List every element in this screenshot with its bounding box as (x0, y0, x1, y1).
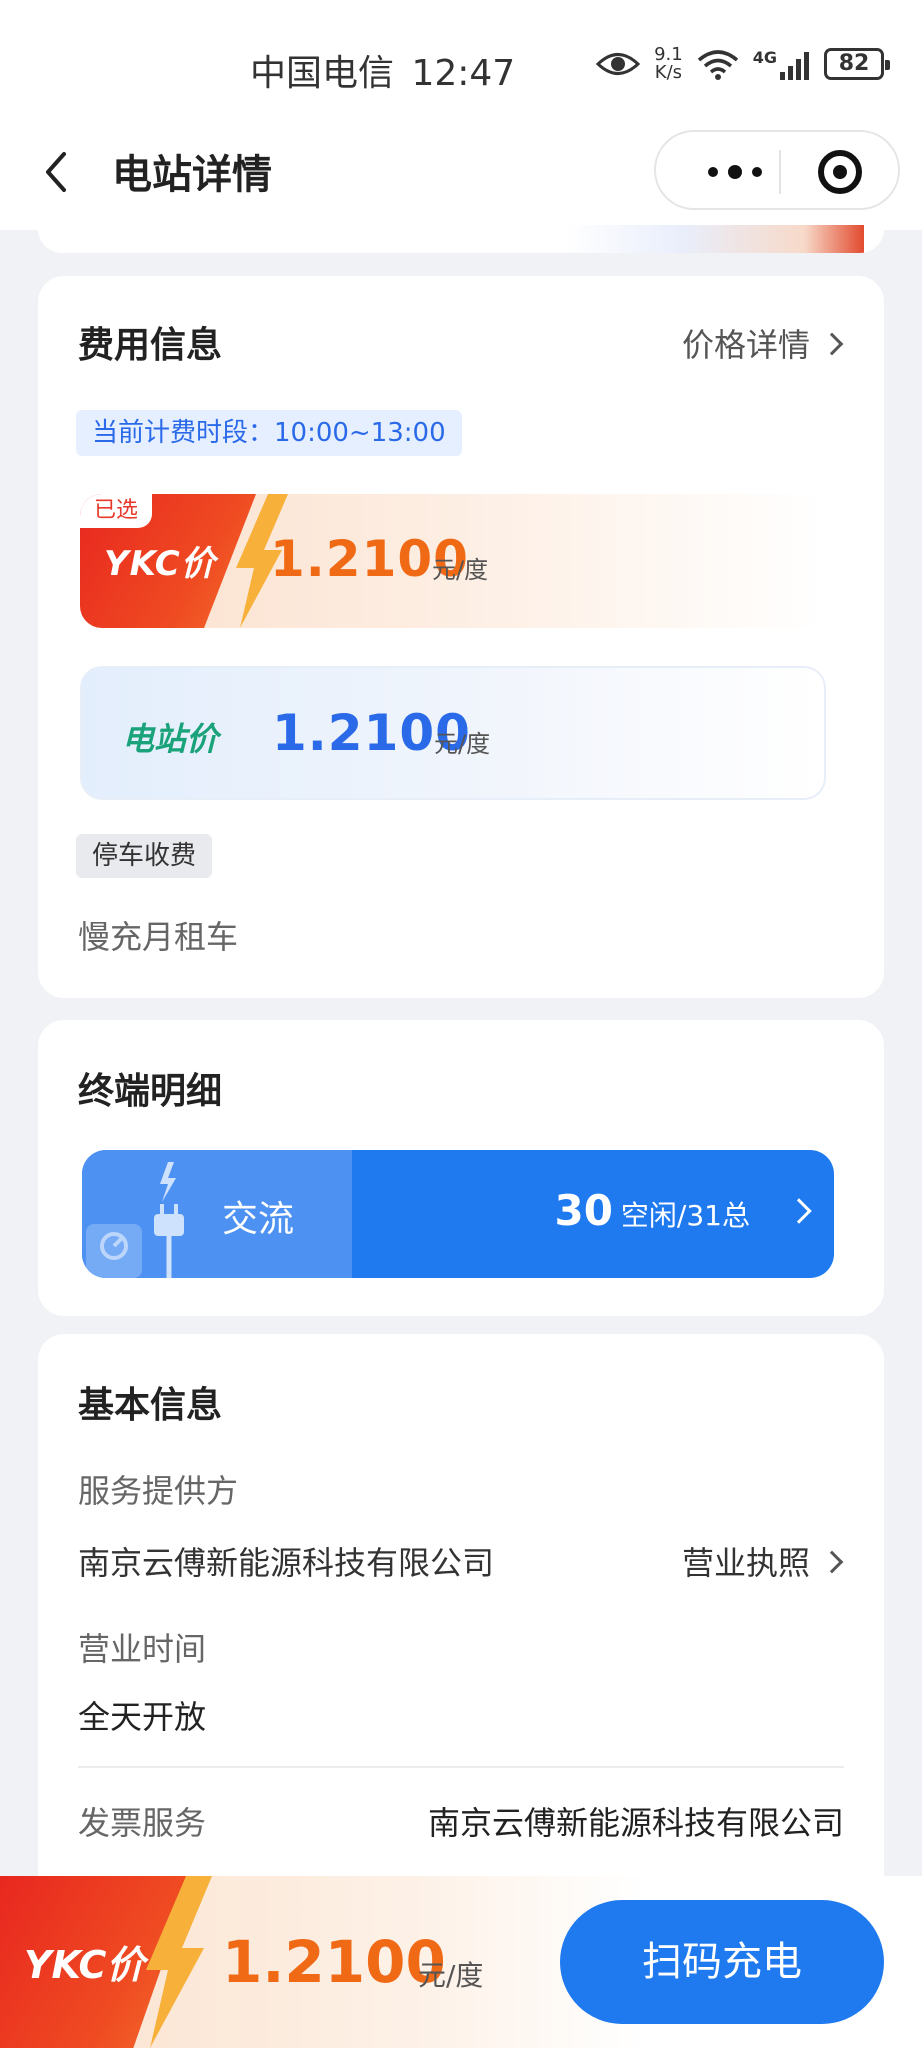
fee-info-card: 费用信息 价格详情 当前计费时段：10:00~13:00 YKC价 已选 1.2… (38, 276, 884, 998)
status-bar: 中国电信 12:47 9.1 K/s 4G 82 (0, 0, 922, 130)
bottom-price-value: 1.2100 (222, 1928, 446, 1996)
free-total-text: 空闲/31总 (620, 1199, 750, 1232)
terminal-count: 30 空闲/31总 (554, 1186, 750, 1235)
status-carrier-time: 中国电信 12:47 (250, 44, 515, 96)
ykc-logo-text: YKC价 (104, 544, 216, 584)
scan-charge-button[interactable]: 扫码充电 (560, 1900, 884, 2024)
ykc-price-unit: 元/度 (432, 556, 489, 584)
chevron-right-icon (820, 1550, 844, 1574)
eye-icon (596, 53, 641, 75)
status-icons: 9.1 K/s 4G 82 (596, 46, 890, 82)
station-banner-card (38, 225, 884, 253)
invoice-value: 南京云傅新能源科技有限公司 (427, 1804, 844, 1842)
provider-value: 南京云傅新能源科技有限公司 (78, 1544, 495, 1582)
station-price-label: 电站价 (122, 720, 219, 758)
free-count: 30 (554, 1186, 613, 1235)
chevron-right-icon (820, 332, 844, 356)
price-detail-link[interactable]: 价格详情 (681, 320, 844, 366)
hours-label: 营业时间 (78, 1630, 207, 1668)
network-speed: 9.1 K/s (654, 46, 683, 82)
signal-4g: 4G (753, 48, 810, 80)
clock: 12:47 (411, 53, 516, 94)
nav-bar: 电站详情 (0, 120, 922, 230)
terminal-card-title: 终端明细 (78, 1071, 223, 1112)
fee-card-title: 费用信息 (78, 325, 223, 366)
carrier-name: 中国电信 (250, 53, 395, 94)
provider-label: 服务提供方 (78, 1472, 239, 1510)
selected-badge: 已选 (80, 494, 153, 528)
station-price-option[interactable]: 电站价 1.2100 元/度 (80, 666, 826, 800)
ykc-price-option[interactable]: YKC价 已选 1.2100 元/度 (80, 494, 826, 628)
wifi-icon (697, 50, 738, 80)
price-detail-label: 价格详情 (681, 326, 810, 364)
basic-info-card: 基本信息 服务提供方 南京云傅新能源科技有限公司 营业执照 营业时间 全天开放 … (38, 1334, 884, 1934)
back-icon[interactable] (34, 142, 84, 202)
miniprogram-capsule (654, 130, 900, 210)
business-license-label: 营业执照 (681, 1544, 810, 1582)
lightning-icon (146, 1876, 212, 2048)
billing-period-tag: 当前计费时段：10:00~13:00 (76, 410, 462, 456)
bottom-price-unit: 元/度 (418, 1959, 484, 1992)
invoice-label: 发票服务 (78, 1804, 207, 1842)
business-license-link[interactable]: 营业执照 (681, 1538, 844, 1584)
capsule-divider (779, 150, 781, 194)
more-dots-icon[interactable] (690, 152, 780, 192)
page-title: 电站详情 (112, 152, 272, 198)
terminal-type-label: 交流 (222, 1199, 295, 1240)
hours-value: 全天开放 (78, 1698, 207, 1736)
banner-illustration (564, 225, 864, 253)
charger-plug-icon (86, 1162, 184, 1278)
speed-unit: K/s (654, 62, 683, 83)
terminal-card: 终端明细 交流 30 空闲/31总 (38, 1020, 884, 1316)
basic-card-title: 基本信息 (78, 1385, 223, 1426)
bottom-action-bar: YKC价 1.2100 元/度 扫码充电 (0, 1876, 922, 2048)
ac-terminal-bar[interactable]: 交流 30 空闲/31总 (82, 1150, 834, 1278)
ykc-logo-text: YKC价 (24, 1943, 145, 1987)
parking-note: 慢充月租车 (78, 918, 239, 956)
signal-bars-icon (780, 52, 809, 80)
network-type: 4G (752, 48, 777, 67)
chevron-right-icon (786, 1198, 812, 1224)
target-circle-icon[interactable] (818, 150, 862, 194)
section-divider (78, 1766, 844, 1768)
battery-icon: 82 (824, 48, 890, 80)
parking-fee-tag: 停车收费 (76, 834, 213, 878)
station-price-unit: 元/度 (434, 730, 491, 758)
